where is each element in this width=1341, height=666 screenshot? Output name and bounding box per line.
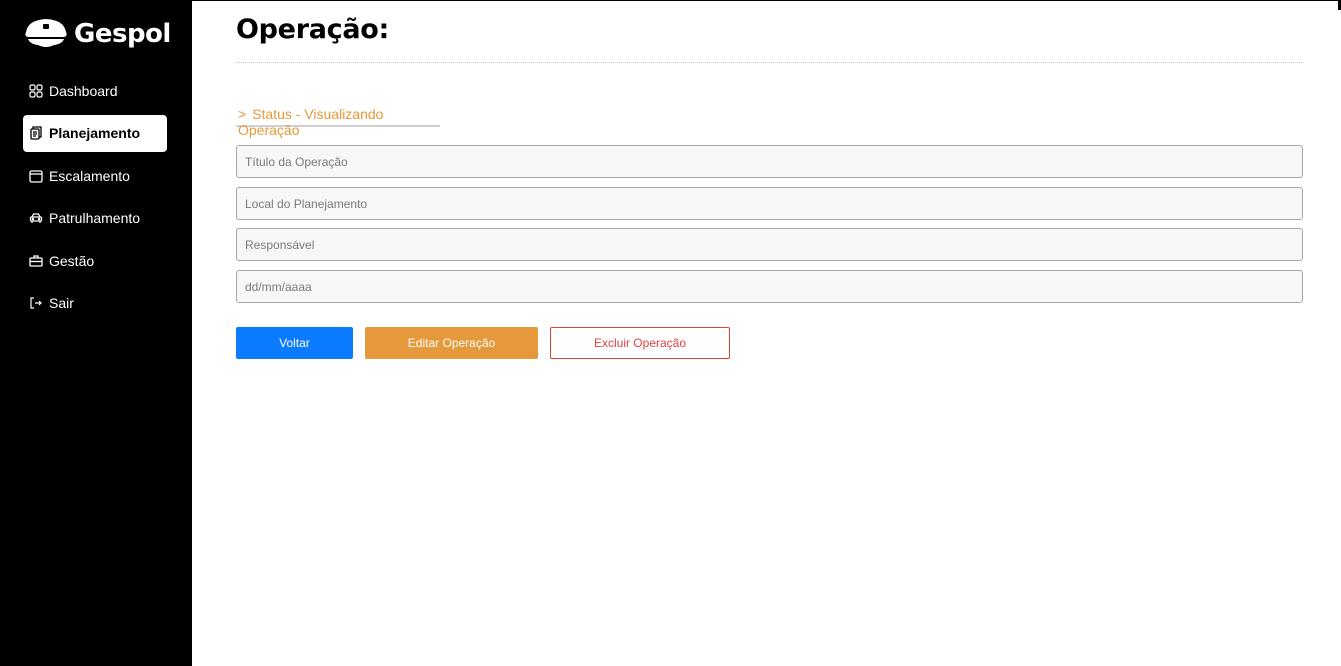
- sidebar-item-patrulhamento[interactable]: Patrulhamento: [23, 200, 167, 237]
- sidebar-item-sair[interactable]: Sair: [23, 285, 167, 322]
- sidebar-item-label: Planejamento: [49, 125, 141, 141]
- title-divider: [236, 62, 1304, 63]
- sidebar-item-escalamento[interactable]: Escalamento: [23, 157, 167, 194]
- status-indicator: > Status - Visualizando Operação: [236, 106, 440, 138]
- top-border: [192, 0, 1341, 1]
- responsible-input[interactable]: [236, 228, 1303, 261]
- chevron-right-icon: >: [238, 106, 247, 122]
- sidebar-item-label: Sair: [49, 295, 74, 311]
- status-text: Status - Visualizando Operação: [238, 106, 384, 138]
- brand-name: Gespol: [74, 19, 171, 49]
- sidebar-nav: Dashboard Planejamento Escalamento Patru…: [23, 72, 167, 327]
- app-root: Gespol Dashboard Planejamento Escalament…: [0, 0, 1341, 666]
- car-icon: [29, 211, 43, 225]
- logout-icon: [29, 296, 43, 310]
- clipboard-icon: [29, 126, 43, 140]
- grid-icon: [29, 83, 43, 98]
- page-title: Operação:: [236, 14, 389, 45]
- sidebar-item-label: Patrulhamento: [49, 210, 141, 226]
- sidebar: Gespol Dashboard Planejamento Escalament…: [0, 0, 192, 666]
- sidebar-item-gestao[interactable]: Gestão: [23, 242, 167, 279]
- edit-operation-button[interactable]: Editar Operação: [365, 327, 538, 359]
- date-input[interactable]: [236, 270, 1303, 303]
- sidebar-item-dashboard[interactable]: Dashboard: [23, 72, 167, 109]
- delete-operation-button[interactable]: Excluir Operação: [550, 327, 730, 359]
- calendar-icon: [29, 169, 43, 183]
- back-button[interactable]: Voltar: [236, 327, 353, 359]
- briefcase-icon: [29, 254, 43, 268]
- sidebar-item-label: Dashboard: [49, 82, 118, 99]
- planning-location-input[interactable]: [236, 187, 1303, 220]
- sidebar-item-label: Escalamento: [49, 167, 130, 184]
- sidebar-item-label: Gestão: [49, 252, 95, 269]
- operation-title-input[interactable]: [236, 145, 1303, 178]
- sidebar-item-planejamento[interactable]: Planejamento: [23, 114, 167, 152]
- brand-logo[interactable]: Gespol: [24, 16, 171, 52]
- police-cap-icon: [25, 19, 67, 47]
